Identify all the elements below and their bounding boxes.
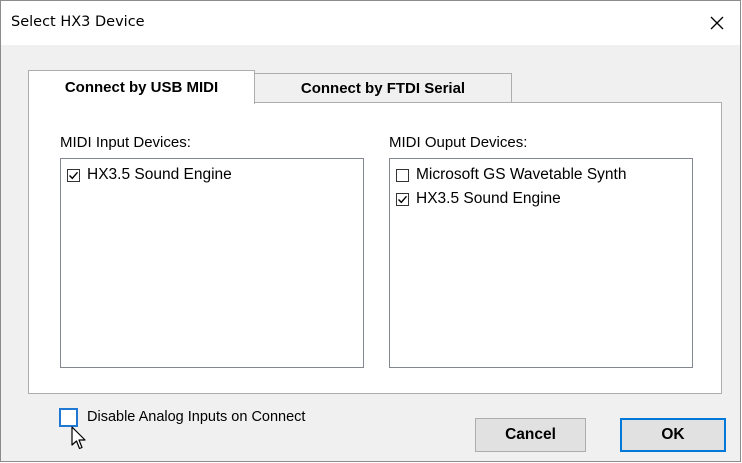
title-bar: Select HX3 Device	[1, 1, 740, 45]
ok-button[interactable]: OK	[620, 418, 726, 452]
close-button[interactable]	[694, 1, 740, 45]
list-item[interactable]: HX3.5 Sound Engine	[67, 163, 232, 187]
list-item-label: Microsoft GS Wavetable Synth	[416, 166, 627, 183]
list-item-label: HX3.5 Sound Engine	[87, 166, 232, 183]
checkbox-checked-icon[interactable]	[67, 168, 80, 182]
list-item[interactable]: Microsoft GS Wavetable Synth	[396, 163, 626, 187]
select-device-dialog: Select HX3 Device Connect by USB MIDI Co…	[0, 0, 741, 462]
midi-output-list[interactable]: Microsoft GS Wavetable Synth HX3.5 Sound…	[389, 158, 693, 368]
midi-output-label: MIDI Ouput Devices:	[389, 134, 528, 151]
midi-input-label: MIDI Input Devices:	[60, 134, 191, 151]
checkbox-checked-icon[interactable]	[396, 192, 409, 206]
tab-usb-midi[interactable]: Connect by USB MIDI	[28, 70, 255, 104]
cancel-button[interactable]: Cancel	[475, 418, 586, 452]
checkbox-unchecked-icon[interactable]	[396, 168, 409, 182]
disable-analog-label[interactable]: Disable Analog Inputs on Connect	[87, 409, 305, 425]
list-item-label: HX3.5 Sound Engine	[416, 190, 561, 207]
window-title: Select HX3 Device	[11, 14, 145, 30]
mouse-pointer-icon	[71, 426, 86, 450]
midi-input-list[interactable]: HX3.5 Sound Engine	[60, 158, 364, 368]
list-item[interactable]: HX3.5 Sound Engine	[396, 187, 561, 211]
tab-panel-usb-midi: MIDI Input Devices: HX3.5 Sound Engine M…	[28, 102, 722, 394]
close-icon	[710, 16, 724, 30]
tab-ftdi-serial[interactable]: Connect by FTDI Serial	[254, 73, 512, 103]
disable-analog-checkbox[interactable]	[59, 408, 78, 427]
